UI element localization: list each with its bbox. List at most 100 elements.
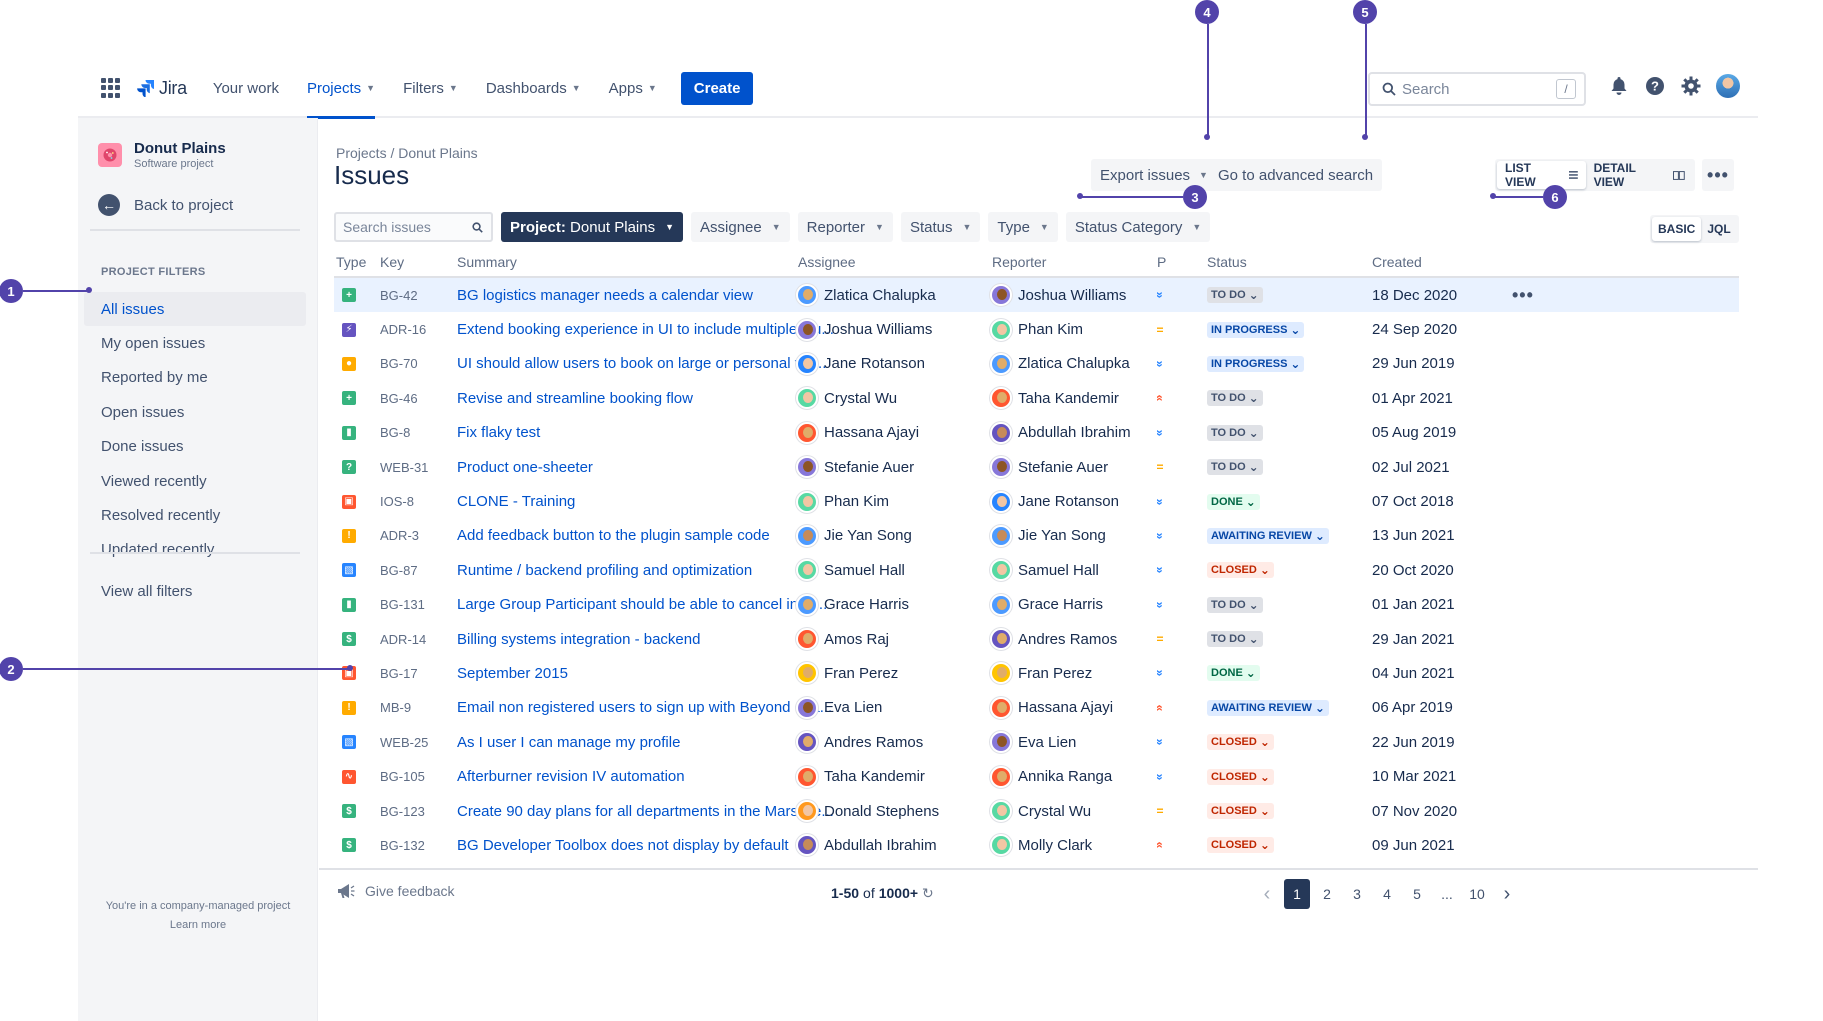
issue-summary-link[interactable]: Add feedback button to the plugin sample… [457,519,770,553]
reporter-cell[interactable]: Eva Lien [990,725,1076,759]
status-lozenge[interactable]: DONE ⌄ [1207,665,1260,682]
table-row[interactable]: ▣ BG-17 September 2015 Fran Perez Fran Perez… [334,656,1739,690]
assignee-cell[interactable]: Stefanie Auer [796,450,914,484]
column-assignee[interactable]: Assignee [798,254,856,270]
status-lozenge[interactable]: TO DO ⌄ [1207,459,1263,476]
nav-dashboards[interactable]: Dashboards ▼ [486,59,581,117]
page-button[interactable]: 2 [1314,879,1340,909]
jira-logo[interactable]: Jira [137,78,187,99]
reporter-cell[interactable]: Samuel Hall [990,553,1099,587]
table-row[interactable]: $ ADR-14 Billing systems integration - bac… [334,622,1739,656]
table-row[interactable]: ? WEB-31 Product one-sheeter Stefanie Auer S… [334,450,1739,484]
issue-key[interactable]: BG-105 [380,759,425,793]
issue-key[interactable]: BG-17 [380,656,418,690]
jql-mode-button[interactable]: JQL [1701,217,1736,241]
assignee-cell[interactable]: Jane Rotanson [796,347,925,381]
issue-summary-link[interactable]: Afterburner revision IV automation [457,759,685,793]
assignee-cell[interactable]: Samuel Hall [796,553,905,587]
filter-type-button[interactable]: Type ▼ [988,212,1058,242]
give-feedback-button[interactable]: Give feedback [337,883,455,899]
assignee-cell[interactable]: Hassana Ajayi [796,416,919,450]
table-row[interactable]: ! MB-9 Email non registered users to sign … [334,691,1739,725]
table-row[interactable]: ! ADR-3 Add feedback button to the plugin … [334,519,1739,553]
page-button[interactable]: 5 [1404,879,1430,909]
sidebar-item-done-issues[interactable]: Done issues [84,430,306,464]
app-switcher-icon[interactable] [101,78,121,98]
assignee-cell[interactable]: Jie Yan Song [796,519,912,553]
learn-more-link[interactable]: Learn more [78,919,318,931]
table-row[interactable]: ▧ WEB-25 As I user I can manage my profile… [334,725,1739,759]
issue-key[interactable]: BG-46 [380,381,418,415]
table-row[interactable]: ⚡ ADR-16 Extend booking experience in UI t… [334,312,1739,346]
status-lozenge[interactable]: TO DO ⌄ [1207,390,1263,407]
reporter-cell[interactable]: Jie Yan Song [990,519,1106,553]
chevron-left-icon[interactable]: ‹ [1254,879,1280,909]
reporter-cell[interactable]: Zlatica Chalupka [990,347,1130,381]
help-icon[interactable]: ? [1644,75,1666,97]
status-lozenge[interactable]: CLOSED ⌄ [1207,562,1274,579]
issue-summary-link[interactable]: Fix flaky test [457,416,540,450]
issue-summary-link[interactable]: Large Group Participant should be able t… [457,588,827,622]
sidebar-item-my-open-issues[interactable]: My open issues [84,326,306,360]
issue-summary-link[interactable]: As I user I can manage my profile [457,725,680,759]
issue-summary-link[interactable]: September 2015 [457,656,568,690]
column-reporter[interactable]: Reporter [992,254,1046,270]
nav-projects[interactable]: Projects ▼ [306,59,376,119]
issue-summary-link[interactable]: Product one-sheeter [457,450,593,484]
issue-summary-link[interactable]: UI should allow users to book on large o… [457,347,826,381]
issue-key[interactable]: ADR-16 [380,312,426,346]
issue-key[interactable]: MB-9 [380,691,411,725]
issue-key[interactable]: ADR-14 [380,622,426,656]
status-lozenge[interactable]: TO DO ⌄ [1207,424,1263,441]
issue-summary-link[interactable]: Create 90 day plans for all departments … [457,794,834,828]
filter-assignee-button[interactable]: Assignee ▼ [691,212,790,242]
assignee-cell[interactable]: Taha Kandemir [796,759,925,793]
column-summary[interactable]: Summary [457,254,517,270]
nav-your-work[interactable]: Your work [213,59,279,117]
advanced-search-button[interactable]: Go to advanced search [1209,159,1383,191]
issue-summary-link[interactable]: Billing systems integration - backend [457,622,700,656]
assignee-cell[interactable]: Zlatica Chalupka [796,278,936,312]
page-button[interactable]: 4 [1374,879,1400,909]
issue-key[interactable]: WEB-31 [380,450,428,484]
issue-summary-link[interactable]: Revise and streamline booking flow [457,381,693,415]
basic-mode-button[interactable]: BASIC [1652,217,1702,241]
table-row[interactable]: $ BG-132 BG Developer Toolbox does not dis… [334,828,1739,862]
assignee-cell[interactable]: Grace Harris [796,588,909,622]
nav-filters[interactable]: Filters ▼ [403,59,458,117]
issue-key[interactable]: BG-87 [380,553,418,587]
filter-status-category-button[interactable]: Status Category ▼ [1065,212,1211,242]
table-row[interactable]: ● BG-70 UI should allow users to book on l… [334,347,1739,381]
project-filter-button[interactable]: Project: Donut Plains ▼ [501,212,684,242]
status-lozenge[interactable]: IN PROGRESS ⌄ [1207,355,1305,372]
reporter-cell[interactable]: Hassana Ajayi [990,691,1113,725]
assignee-cell[interactable]: Fran Perez [796,656,898,690]
sidebar-item-all-issues[interactable]: All issues [84,292,306,326]
page-button[interactable]: 1 [1284,879,1310,909]
reporter-cell[interactable]: Fran Perez [990,656,1092,690]
reporter-cell[interactable]: Stefanie Auer [990,450,1108,484]
sidebar-item-reported-by-me[interactable]: Reported by me [84,361,306,395]
table-row[interactable]: $ BG-123 Create 90 day plans for all depar… [334,794,1739,828]
list-view-button[interactable]: LIST VIEW [1497,161,1586,189]
column-status[interactable]: Status [1207,254,1247,270]
search-issues-input[interactable]: Search issues [334,212,493,242]
assignee-cell[interactable]: Amos Raj [796,622,889,656]
issue-key[interactable]: ADR-3 [380,519,419,553]
back-to-project-link[interactable]: ← Back to project [98,194,233,216]
table-row[interactable]: ▮ BG-8 Fix flaky test Hassana Ajayi Abdullah… [334,416,1739,450]
row-more-actions-icon[interactable]: ••• [1512,278,1534,312]
create-button[interactable]: Create [680,71,754,105]
issue-key[interactable]: BG-123 [380,794,425,828]
column-created[interactable]: Created [1372,254,1422,270]
page-button[interactable]: 3 [1344,879,1370,909]
reporter-cell[interactable]: Crystal Wu [990,794,1091,828]
issue-summary-link[interactable]: Email non registered users to sign up wi… [457,691,832,725]
issue-summary-link[interactable]: CLONE - Training [457,484,575,518]
status-lozenge[interactable]: TO DO ⌄ [1207,596,1263,613]
issue-key[interactable]: BG-132 [380,828,425,862]
status-lozenge[interactable]: CLOSED ⌄ [1207,768,1274,785]
column-key[interactable]: Key [380,254,404,270]
page-button[interactable]: 10 [1464,879,1490,909]
detail-view-button[interactable]: DETAIL VIEW [1586,161,1693,189]
